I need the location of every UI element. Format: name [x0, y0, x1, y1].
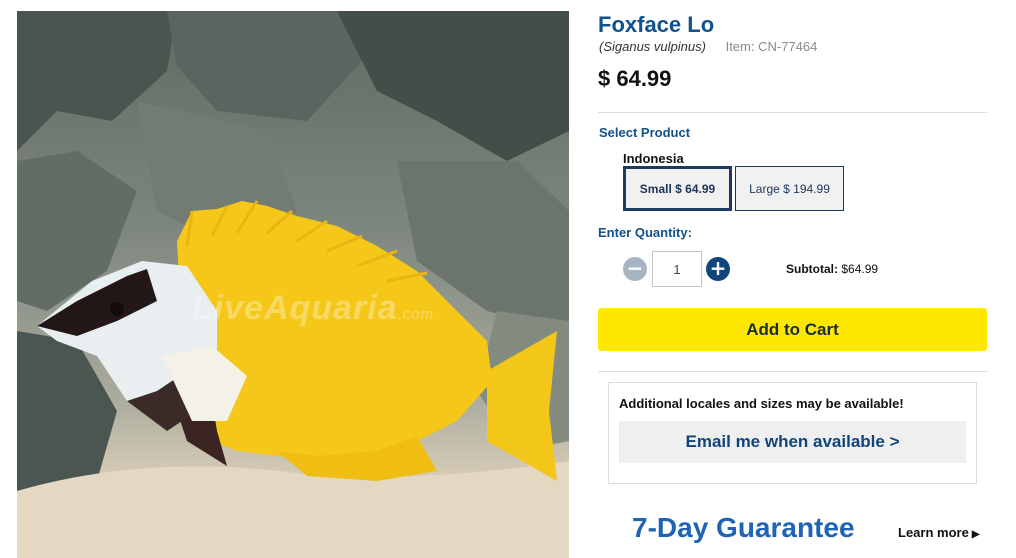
size-option-small[interactable]: Small $ 64.99 — [623, 166, 732, 211]
scientific-name: (Siganus vulpinus) — [599, 39, 706, 54]
availability-message: Additional locales and sizes may be avai… — [619, 396, 904, 411]
quantity-input[interactable] — [652, 251, 702, 287]
locale-label: Indonesia — [623, 151, 684, 166]
product-price: $ 64.99 — [598, 66, 672, 91]
subtotal-value: $64.99 — [841, 262, 879, 276]
add-to-cart-button[interactable]: Add to Cart — [598, 308, 987, 351]
product-image: LiveAquaria.com — [17, 11, 569, 558]
subtotal-label: Subtotal: — [786, 262, 838, 276]
image-watermark: LiveAquaria.com — [192, 289, 435, 327]
product-details: Foxface Lo (Siganus vulpinus) Item: CN-7… — [598, 0, 990, 558]
guarantee-title: 7-Day Guarantee — [632, 512, 855, 543]
minus-circle-icon[interactable]: − — [623, 257, 647, 281]
plus-circle-icon[interactable]: + — [706, 257, 730, 281]
divider — [598, 371, 987, 372]
learn-more-label: Learn more — [898, 525, 969, 540]
size-option-label: Large $ 194.99 — [749, 181, 830, 196]
sand — [17, 461, 569, 558]
product-subtitle: (Siganus vulpinus) Item: CN-77464 — [599, 39, 817, 54]
item-number: Item: CN-77464 — [725, 39, 818, 54]
subtotal: Subtotal: $64.99 — [786, 262, 878, 276]
select-product-heading: Select Product — [599, 125, 691, 140]
quantity-heading: Enter Quantity: — [598, 225, 692, 240]
fish-illustration — [17, 11, 569, 558]
email-when-available-button[interactable]: Email me when available > — [619, 421, 966, 463]
availability-notice: Additional locales and sizes may be avai… — [608, 382, 977, 484]
size-option-label: Small $ 64.99 — [639, 181, 716, 196]
divider — [598, 112, 987, 113]
product-title: Foxface Lo — [598, 12, 715, 37]
learn-more-link[interactable]: Learn more ▶ — [898, 525, 980, 540]
caret-right-icon: ▶ — [971, 529, 980, 540]
size-option-large[interactable]: Large $ 194.99 — [735, 166, 844, 211]
